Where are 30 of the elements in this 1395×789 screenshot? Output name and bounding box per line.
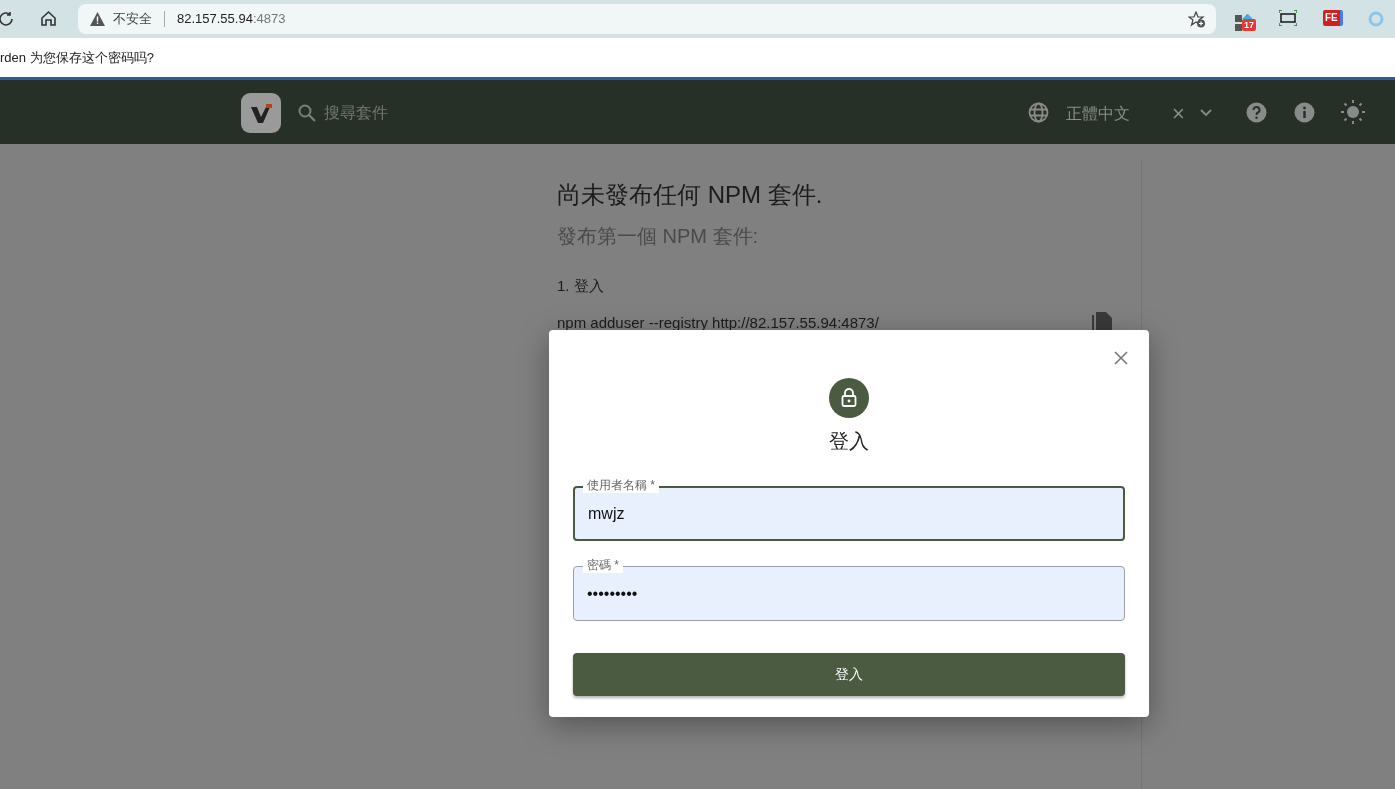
reload-icon[interactable] <box>0 11 13 27</box>
app-logo[interactable] <box>241 93 281 133</box>
screenshot-icon[interactable] <box>1279 10 1297 26</box>
password-save-prompt: rden 为您保存这个密码吗? <box>0 48 154 67</box>
home-icon[interactable] <box>40 10 57 27</box>
address-bar[interactable]: 不安全 82.157.55.94:4873 <box>78 4 1216 34</box>
info-icon[interactable] <box>1294 102 1315 123</box>
search-icon <box>298 104 316 122</box>
sun-icon[interactable] <box>1341 100 1365 124</box>
empty-state-title: 尚未發布任何 NPM 套件. <box>557 180 824 210</box>
lock-icon <box>829 378 869 418</box>
field-label: 使用者名稱 * <box>583 477 659 493</box>
url-text: 82.157.55.94:4873 <box>177 10 286 29</box>
field-label: 密碼 * <box>583 557 623 573</box>
command-text: npm adduser --registry http://82.157.55.94:4873/ <box>557 312 879 333</box>
bookmark-star-icon[interactable] <box>1188 11 1206 28</box>
notification-badge: 17 <box>1242 19 1256 31</box>
close-icon[interactable] <box>1114 351 1128 365</box>
warning-icon[interactable] <box>90 12 105 26</box>
help-icon[interactable] <box>1246 102 1267 123</box>
extension-icon[interactable]: FE <box>1323 10 1343 26</box>
step-label: 1. 登入 <box>557 276 605 296</box>
dialog-title: 登入 <box>829 429 869 454</box>
chevron-down-icon[interactable] <box>1200 109 1212 117</box>
globe-icon[interactable] <box>1028 102 1049 123</box>
clear-button[interactable]: × <box>1172 97 1185 130</box>
security-label: 不安全 <box>113 10 152 29</box>
login-button[interactable]: 登入 <box>573 653 1125 696</box>
search-field[interactable]: 搜尋套件 <box>322 100 522 126</box>
language-selector[interactable]: 正體中文 <box>1066 102 1130 126</box>
